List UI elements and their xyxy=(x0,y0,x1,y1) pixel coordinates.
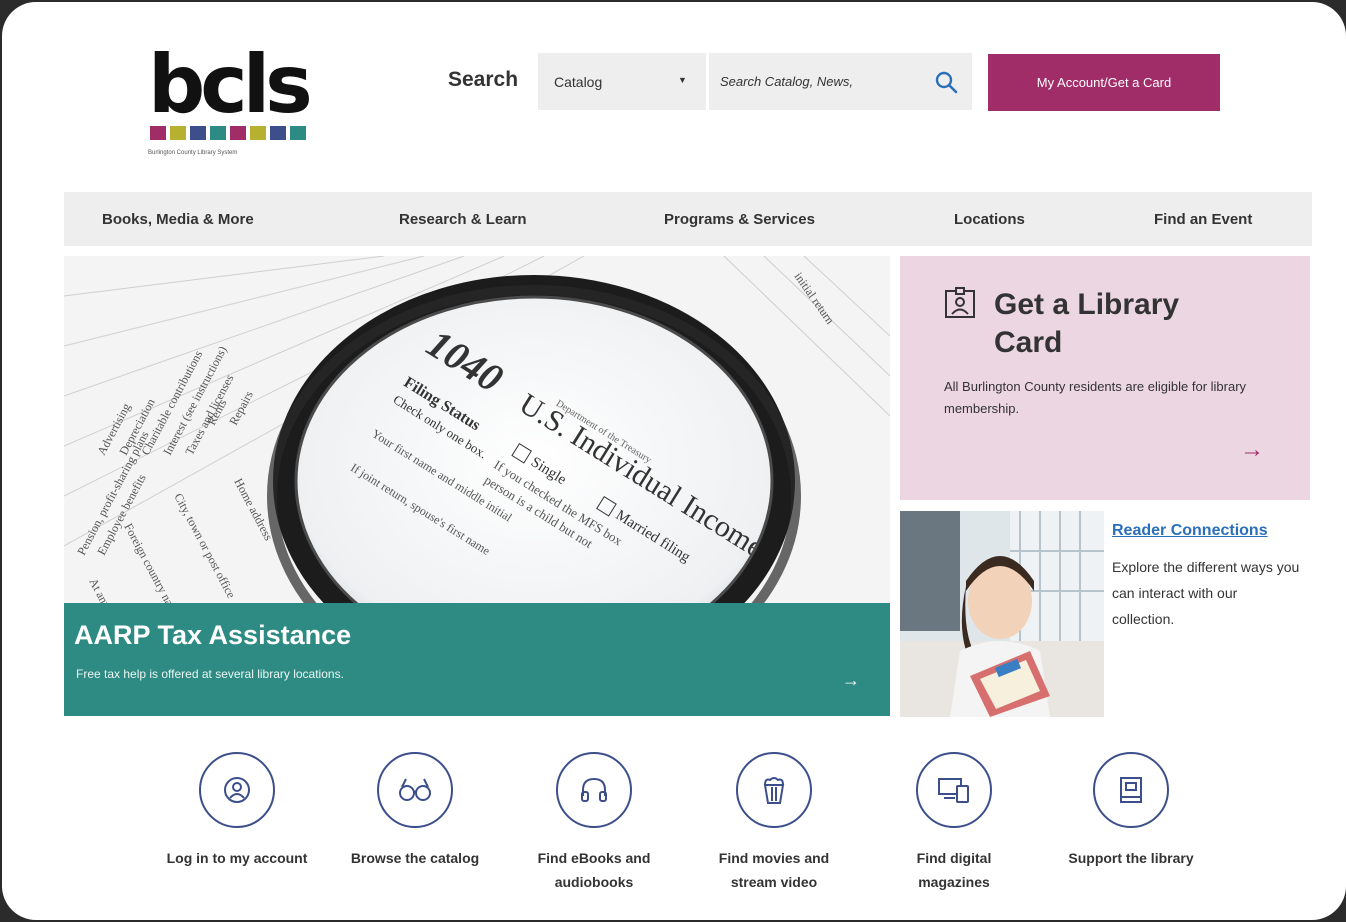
quick-link-label: Browse the catalog xyxy=(350,850,480,866)
reader-connections-link[interactable]: Reader Connections xyxy=(1112,522,1268,540)
quick-link-circle xyxy=(736,752,812,828)
glasses-icon xyxy=(399,778,431,801)
quick-link-login[interactable]: Log in to my account xyxy=(162,752,312,870)
nav-locations[interactable]: Locations xyxy=(954,192,1025,246)
search-bar: Catalog ▼ xyxy=(538,53,972,110)
user-icon xyxy=(224,777,250,803)
library-card-promo[interactable]: Get a Library Card All Burlington County… xyxy=(900,256,1310,500)
logo-square xyxy=(150,126,166,140)
quick-link-label: Find digital magazines xyxy=(916,850,992,890)
quick-link-circle xyxy=(556,752,632,828)
popcorn-icon xyxy=(763,777,785,804)
hero-subtitle: Free tax help is offered at several libr… xyxy=(76,667,344,681)
quick-link-magazines[interactable]: Find digital magazines xyxy=(879,752,1029,894)
search-scope-value: Catalog xyxy=(554,73,603,90)
main-nav: Books, Media & More Research & Learn Pro… xyxy=(64,192,1312,246)
quick-link-circle xyxy=(199,752,275,828)
search-label: Search xyxy=(448,68,519,91)
logo-square xyxy=(170,126,186,140)
card-body: All Burlington County residents are elig… xyxy=(944,379,1247,416)
quick-link-label: Support the library xyxy=(1068,850,1194,866)
quick-link-ebooks[interactable]: Find eBooks and audiobooks xyxy=(519,752,669,894)
logo-square xyxy=(250,126,266,140)
headphones-icon xyxy=(581,777,607,802)
quick-link-circle xyxy=(1093,752,1169,828)
quick-link-label: Log in to my account xyxy=(166,850,308,866)
search-input[interactable] xyxy=(710,53,920,110)
search-button[interactable] xyxy=(920,53,972,110)
quick-link-label: Find movies and stream video xyxy=(718,850,830,890)
nav-programs-services[interactable]: Programs & Services xyxy=(664,192,815,246)
quick-link-support[interactable]: Support the library xyxy=(1056,752,1206,870)
nav-find-event[interactable]: Find an Event xyxy=(1154,192,1252,246)
browser-page: bcls Burlington County Library System Se… xyxy=(2,2,1346,920)
logo-wordmark: bcls xyxy=(148,38,313,131)
magnifier-icon xyxy=(935,71,958,93)
quick-link-label: Find eBooks and audiobooks xyxy=(537,850,651,890)
logo-square xyxy=(270,126,286,140)
card-title: Get a Library Card xyxy=(994,288,1180,359)
arrow-right-icon[interactable]: → xyxy=(842,670,860,691)
logo-square xyxy=(290,126,306,140)
hero-slide[interactable]: Advertising Depreciation Charitable cont… xyxy=(64,256,890,716)
logo-square xyxy=(230,126,246,140)
search-divider xyxy=(706,53,709,110)
caret-down-icon: ▼ xyxy=(678,75,687,85)
logo-color-squares xyxy=(150,126,306,140)
nav-research-learn[interactable]: Research & Learn xyxy=(399,192,527,246)
book-icon xyxy=(1120,777,1142,803)
bcls-logo[interactable]: bcls Burlington County Library System xyxy=(142,42,322,167)
my-account-button[interactable]: My Account/Get a Card xyxy=(988,54,1220,111)
quick-link-catalog[interactable]: Browse the catalog xyxy=(340,752,490,870)
hero-title[interactable]: AARP Tax Assistance xyxy=(74,620,351,651)
devices-icon xyxy=(938,778,969,803)
logo-square xyxy=(210,126,226,140)
arrow-right-icon[interactable]: → xyxy=(1240,436,1264,464)
quick-link-movies[interactable]: Find movies and stream video xyxy=(699,752,849,894)
quick-link-circle xyxy=(916,752,992,828)
girl-reading-photo xyxy=(900,511,1104,717)
id-badge-icon xyxy=(945,287,975,318)
nav-books-media[interactable]: Books, Media & More xyxy=(102,192,254,246)
reader-connections-text: Explore the different ways you can inter… xyxy=(1112,559,1300,627)
logo-tagline: Burlington County Library System xyxy=(148,150,238,156)
logo-square xyxy=(190,126,206,140)
quick-link-circle xyxy=(377,752,453,828)
reader-connections: Reader Connections Explore the different… xyxy=(900,508,1310,718)
